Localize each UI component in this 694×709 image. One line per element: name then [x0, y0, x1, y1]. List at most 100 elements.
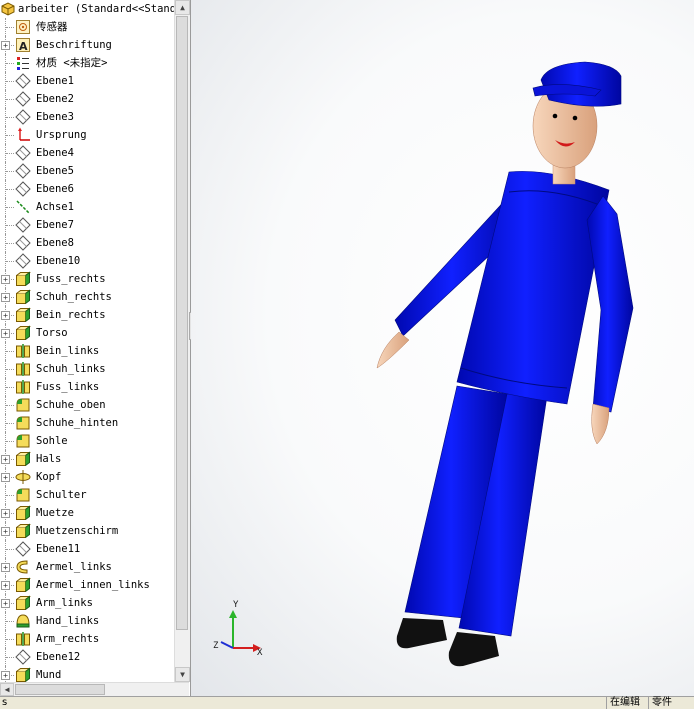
feature-manager-tree: arbeiter (Standard<<Stand 传感器 + A Beschrift… — [0, 0, 191, 696]
tree-item-ebene6[interactable]: Ebene6 — [0, 180, 174, 198]
mirror-icon — [15, 379, 31, 395]
tree-item-bein-rechts[interactable]: + Bein_rechts — [0, 306, 174, 324]
tree-item-hals[interactable]: + Hals — [0, 450, 174, 468]
tree-item-ebene8[interactable]: Ebene8 — [0, 234, 174, 252]
tree-item-schuh-links[interactable]: Schuh_links — [0, 360, 174, 378]
expand-icon[interactable]: + — [1, 275, 10, 284]
expand-icon[interactable]: + — [1, 455, 10, 464]
shoe-left[interactable] — [396, 618, 447, 649]
tree-connector-line — [6, 27, 14, 28]
tree-item-fuss-links[interactable]: Fuss_links — [0, 378, 174, 396]
tree-item-bein-links[interactable]: Bein_links — [0, 342, 174, 360]
tree-item-aermel-links[interactable]: + Aermel_links — [0, 558, 174, 576]
figure-model[interactable]: Y X Z — [191, 0, 694, 696]
tree-item-ebene7[interactable]: Ebene7 — [0, 216, 174, 234]
tree-connector-line — [6, 351, 14, 352]
tree-item-schuh-rechts[interactable]: + Schuh_rechts — [0, 288, 174, 306]
tree-item-ebene12[interactable]: Ebene12 — [0, 648, 174, 666]
expand-icon[interactable]: + — [1, 599, 10, 608]
tree-item-item-0[interactable]: 传感器 — [0, 18, 174, 36]
plane-icon — [15, 163, 31, 179]
tree-item-label: Hals — [36, 453, 62, 465]
expand-icon[interactable]: + — [1, 329, 10, 338]
fillet-icon — [15, 487, 31, 503]
tree-item-label: Ebene2 — [36, 93, 74, 105]
fillet-icon — [15, 415, 31, 431]
expand-icon[interactable]: + — [1, 473, 10, 482]
tree-item-ebene10[interactable]: Ebene10 — [0, 252, 174, 270]
tree-item-item-2[interactable]: 材质 <未指定> — [0, 54, 174, 72]
tree-item-schuhe-hinten[interactable]: Schuhe_hinten — [0, 414, 174, 432]
tree-item-ursprung[interactable]: Ursprung — [0, 126, 174, 144]
status-bar: s 在编辑 零件 — [0, 696, 694, 709]
tree-connector-line — [6, 207, 14, 208]
tree-vertical-scrollbar[interactable]: ▲ ▼ — [174, 0, 190, 682]
tree-item-label: Ebene12 — [36, 651, 81, 663]
expand-icon[interactable]: + — [1, 527, 10, 536]
tree-item-ebene3[interactable]: Ebene3 — [0, 108, 174, 126]
tree-item-kopf[interactable]: + Kopf — [0, 468, 174, 486]
tree-item-schuhe-oben[interactable]: Schuhe_oben — [0, 396, 174, 414]
tree-root-part[interactable]: arbeiter (Standard<<Stand — [0, 0, 174, 18]
tree-item-arm-rechts[interactable]: Arm_rechts — [0, 630, 174, 648]
scroll-down-arrow-icon[interactable]: ▼ — [175, 667, 190, 682]
tree-connector-line — [6, 225, 14, 226]
tree-item-ebene1[interactable]: Ebene1 — [0, 72, 174, 90]
plane-icon — [15, 181, 31, 197]
shoe-right[interactable] — [448, 632, 499, 667]
scroll-left-arrow-icon[interactable]: ◀ — [0, 683, 14, 696]
svg-text:A: A — [19, 40, 28, 53]
tree-item-schulter[interactable]: Schulter — [0, 486, 174, 504]
tree-item-aermel-innen-links[interactable]: + Aermel_innen_links — [0, 576, 174, 594]
tree-item-sohle[interactable]: Sohle — [0, 432, 174, 450]
tree-item-ebene4[interactable]: Ebene4 — [0, 144, 174, 162]
tree-item-label: Ebene7 — [36, 219, 74, 231]
tree-item-achse1[interactable]: Achse1 — [0, 198, 174, 216]
tree-item-label: Ursprung — [36, 129, 87, 141]
tree-horizontal-scrollbar[interactable]: ◀ — [0, 682, 189, 696]
expand-icon[interactable]: + — [1, 581, 10, 590]
expand-icon[interactable]: + — [1, 41, 10, 50]
hand-right[interactable] — [591, 403, 610, 445]
hand-left[interactable] — [376, 331, 410, 369]
tree-connector-line — [6, 495, 14, 496]
tree-item-label: Ebene11 — [36, 543, 81, 555]
arm-right[interactable] — [586, 195, 634, 413]
horizontal-scroll-thumb[interactable] — [15, 684, 105, 695]
tree-item-mund[interactable]: + Mund — [0, 666, 174, 682]
axis-icon — [15, 199, 31, 215]
expand-icon[interactable]: + — [1, 293, 10, 302]
tree-connector-line — [6, 621, 14, 622]
sensor-icon — [15, 19, 31, 35]
triad-x-label: X — [257, 648, 263, 658]
extrude-icon — [15, 595, 31, 611]
torso[interactable] — [456, 171, 610, 405]
tree-connector-line — [6, 81, 14, 82]
expand-icon[interactable]: + — [1, 671, 10, 680]
tree-item-hand-links[interactable]: Hand_links — [0, 612, 174, 630]
tree-item-torso[interactable]: + Torso — [0, 324, 174, 342]
expand-icon[interactable]: + — [1, 311, 10, 320]
tree-item-label: Ebene4 — [36, 147, 74, 159]
tree-item-beschriftung[interactable]: + A Beschriftung — [0, 36, 174, 54]
tree-item-muetzenschirm[interactable]: + Muetzenschirm — [0, 522, 174, 540]
tree-item-fuss-rechts[interactable]: + Fuss_rechts — [0, 270, 174, 288]
tree-item-arm-links[interactable]: + Arm_links — [0, 594, 174, 612]
extrude-icon — [15, 271, 31, 287]
tree-connector-line — [6, 405, 14, 406]
extrude-icon — [15, 289, 31, 305]
tree-item-muetze[interactable]: + Muetze — [0, 504, 174, 522]
tree-connector-line — [6, 261, 14, 262]
tree-item-ebene2[interactable]: Ebene2 — [0, 90, 174, 108]
tree-connector-line — [6, 369, 14, 370]
expand-icon[interactable]: + — [1, 563, 10, 572]
scroll-thumb[interactable] — [176, 16, 188, 630]
tree-connector-line — [6, 135, 14, 136]
scroll-up-arrow-icon[interactable]: ▲ — [175, 0, 190, 15]
graphics-viewport[interactable]: Y X Z — [191, 0, 694, 696]
tree-item-ebene11[interactable]: Ebene11 — [0, 540, 174, 558]
tree-item-label: Ebene6 — [36, 183, 74, 195]
tree-item-ebene5[interactable]: Ebene5 — [0, 162, 174, 180]
expand-icon[interactable]: + — [1, 509, 10, 518]
tree-item-label: Beschriftung — [36, 39, 112, 51]
